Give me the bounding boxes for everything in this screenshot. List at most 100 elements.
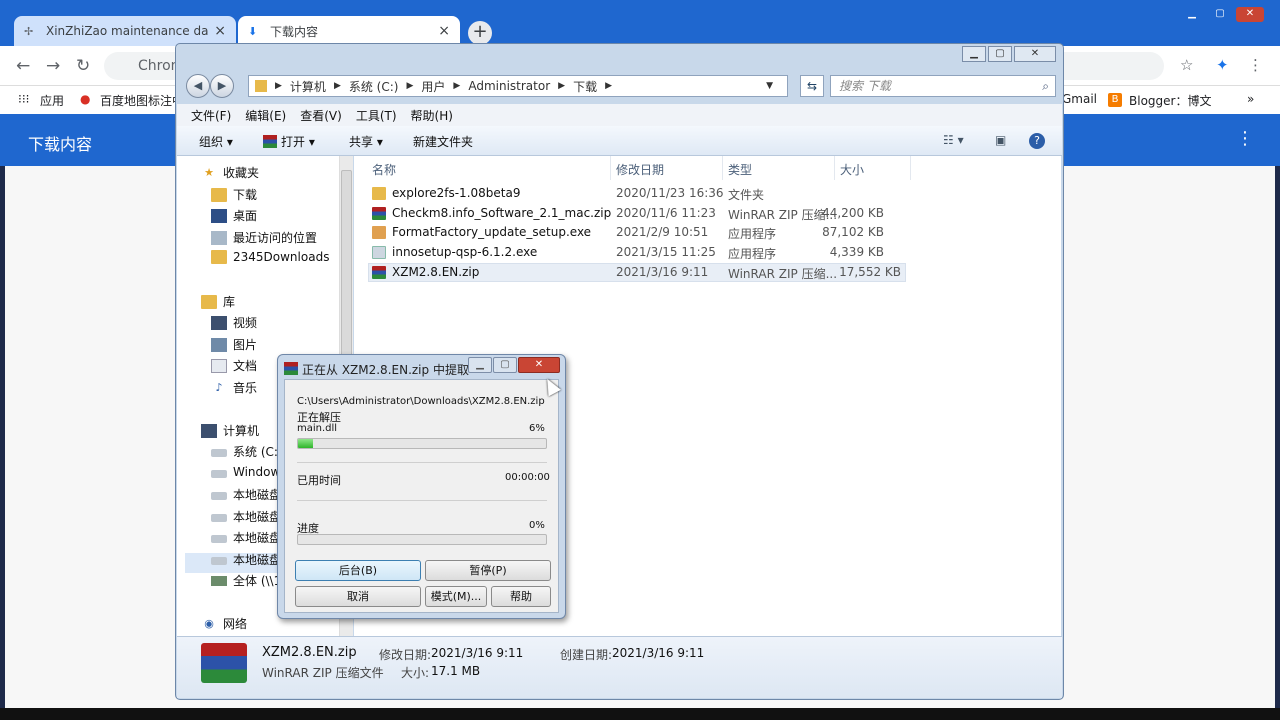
column-date[interactable]: 修改日期	[616, 161, 664, 178]
nav-documents[interactable]: 文档	[211, 357, 257, 374]
back-icon[interactable]: ←	[16, 56, 30, 76]
recent-places-icon	[211, 230, 227, 245]
created-label: 创建日期:	[560, 648, 613, 662]
organize-button[interactable]: 组织 ▾	[199, 133, 233, 150]
cancel-button[interactable]: 取消	[295, 586, 421, 607]
menu-view[interactable]: 查看(V)	[300, 107, 342, 124]
new-tab-button[interactable]: +	[468, 21, 492, 45]
winrar-extract-dialog: 正在从 XZM2.8.EN.zip 中提取 ▁ ▢ ✕ C:\Users\Adm…	[277, 354, 566, 619]
mode-button[interactable]: 模式(M)...	[425, 586, 487, 607]
breadcrumb[interactable]: ▶ 计算机 ▶ 系统 (C:) ▶ 用户 ▶ Administrator ▶ 下…	[248, 75, 788, 97]
breadcrumb-downloads[interactable]: 下载	[573, 78, 597, 95]
forward-icon[interactable]: →	[46, 56, 60, 76]
nav-network[interactable]: ◉ 网络	[201, 615, 247, 632]
breadcrumb-computer[interactable]: 计算机	[290, 78, 326, 95]
file-row[interactable]: Checkm8.info_Software_2.1_mac.zip 2020/1…	[370, 205, 888, 224]
file-row[interactable]: FormatFactory_update_setup.exe 2021/2/9 …	[370, 224, 888, 243]
menu-file[interactable]: 文件(F)	[191, 107, 231, 124]
column-type[interactable]: 类型	[728, 161, 752, 178]
column-divider	[722, 156, 723, 180]
close-button[interactable]: ✕	[518, 357, 560, 373]
created-value: 2021/3/16 9:11	[612, 646, 705, 660]
forward-icon[interactable]: ▶	[210, 74, 234, 98]
apps-icon[interactable]: ⁝⁝⁝	[18, 92, 29, 106]
menu-edit[interactable]: 编辑(E)	[245, 107, 286, 124]
close-icon[interactable]: ×	[438, 23, 450, 39]
extension-icon[interactable]: ✦	[1216, 56, 1229, 74]
file-name: XZM2.8.EN.zip	[392, 265, 480, 279]
tab-xinzhizao[interactable]: ✢ XinZhiZao maintenance datab ×	[14, 16, 236, 46]
bookmark-blogger[interactable]: Blogger：博文	[1129, 92, 1211, 109]
share-button[interactable]: 共享 ▾	[349, 133, 383, 150]
chevron-right-icon: ▶	[406, 81, 414, 91]
back-icon[interactable]: ◀	[186, 74, 210, 98]
minimize-button[interactable]: ▁	[962, 46, 986, 62]
page-title: 下载内容	[28, 135, 93, 154]
winrar-zip-icon	[372, 266, 386, 279]
close-button[interactable]: ✕	[1014, 46, 1056, 62]
folder-icon	[372, 187, 386, 200]
view-options-icon[interactable]: ☷ ▾	[943, 133, 964, 147]
column-name[interactable]: 名称	[372, 161, 396, 178]
nav-2345downloads[interactable]: 2345Downloads	[211, 250, 329, 264]
nav-music[interactable]: ♪ 音乐	[211, 379, 257, 396]
minimize-button[interactable]: ▁	[1178, 7, 1206, 22]
preview-pane-icon[interactable]: ▣	[995, 133, 1006, 147]
menu-help[interactable]: 帮助(H)	[411, 107, 453, 124]
more-bookmarks[interactable]: »	[1247, 92, 1254, 106]
nav-libraries[interactable]: 库	[201, 293, 235, 310]
close-icon[interactable]: ×	[214, 23, 226, 39]
menu-tools[interactable]: 工具(T)	[356, 107, 397, 124]
folder-icon	[255, 80, 267, 92]
maximize-button[interactable]: ▢	[1206, 7, 1234, 22]
nav-drive-c[interactable]: 系统 (C:)	[211, 443, 283, 460]
reload-icon[interactable]: ↻	[76, 56, 90, 76]
new-folder-button[interactable]: 新建文件夹	[413, 133, 473, 150]
size-label: 大小:	[401, 666, 430, 680]
search-placeholder: 搜索 下载	[839, 79, 891, 93]
search-input[interactable]: 搜索 下载 ⌕	[830, 75, 1056, 97]
refresh-icon[interactable]: ⇆	[800, 75, 824, 97]
nav-computer[interactable]: 计算机	[201, 422, 259, 439]
file-type: WinRAR ZIP 压缩...	[728, 267, 838, 281]
drive-icon	[211, 535, 227, 543]
menu-icon[interactable]: ⋮	[1248, 56, 1263, 74]
nav-recent[interactable]: 最近访问的位置	[211, 229, 317, 246]
file-size: 87,102 KB	[822, 225, 884, 239]
dialog-title: 正在从 XZM2.8.EN.zip 中提取	[302, 363, 469, 377]
network-drive-icon	[211, 575, 227, 586]
column-size[interactable]: 大小	[840, 161, 864, 178]
nav-downloads[interactable]: 下载	[211, 186, 257, 203]
nav-pictures[interactable]: 图片	[211, 336, 257, 353]
file-row-selected[interactable]: XZM2.8.EN.zip 2021/3/16 9:11 WinRAR ZIP …	[368, 263, 906, 282]
bookmark-apps[interactable]: 应用	[40, 92, 64, 109]
chevron-down-icon[interactable]: ▼	[766, 81, 773, 91]
help-icon[interactable]: ?	[1029, 133, 1045, 149]
star-icon[interactable]: ☆	[1180, 56, 1193, 74]
file-row[interactable]: explore2fs-1.08beta9 2020/11/23 16:36 文件…	[370, 185, 888, 204]
nav-favorites[interactable]: ★ 收藏夹	[201, 164, 259, 181]
nav-videos[interactable]: 视频	[211, 314, 257, 331]
breadcrumb-administrator[interactable]: Administrator	[468, 79, 550, 93]
chevron-right-icon: ▶	[275, 81, 282, 91]
pause-button[interactable]: 暂停(P)	[425, 560, 551, 581]
chevron-right-icon: ▶	[605, 81, 612, 91]
bookmark-gmail[interactable]: Gmail	[1062, 92, 1097, 106]
background-button[interactable]: 后台(B)	[295, 560, 421, 581]
minimize-button[interactable]: ▁	[468, 357, 492, 373]
file-date: 2021/3/16 9:11	[616, 265, 709, 279]
menu-icon[interactable]: ⋮	[1236, 128, 1254, 149]
help-button[interactable]: 帮助	[491, 586, 551, 607]
nav-desktop[interactable]: 桌面	[211, 207, 257, 224]
tab-downloads[interactable]: ⬇ 下载内容 ×	[238, 16, 460, 46]
file-row[interactable]: innosetup-qsp-6.1.2.exe 2021/3/15 11:25 …	[370, 244, 888, 263]
open-button[interactable]: 打开 ▾	[281, 133, 315, 150]
bookmark-baidu-map[interactable]: 百度地图标注中	[100, 92, 184, 109]
maximize-button[interactable]: ▢	[988, 46, 1012, 62]
scrollbar-thumb[interactable]	[341, 170, 352, 370]
map-pin-icon: ●	[80, 92, 91, 106]
breadcrumb-c-drive[interactable]: 系统 (C:)	[349, 78, 399, 95]
maximize-button[interactable]: ▢	[493, 357, 517, 373]
breadcrumb-users[interactable]: 用户	[421, 78, 445, 95]
close-window-button[interactable]: ✕	[1236, 7, 1264, 22]
